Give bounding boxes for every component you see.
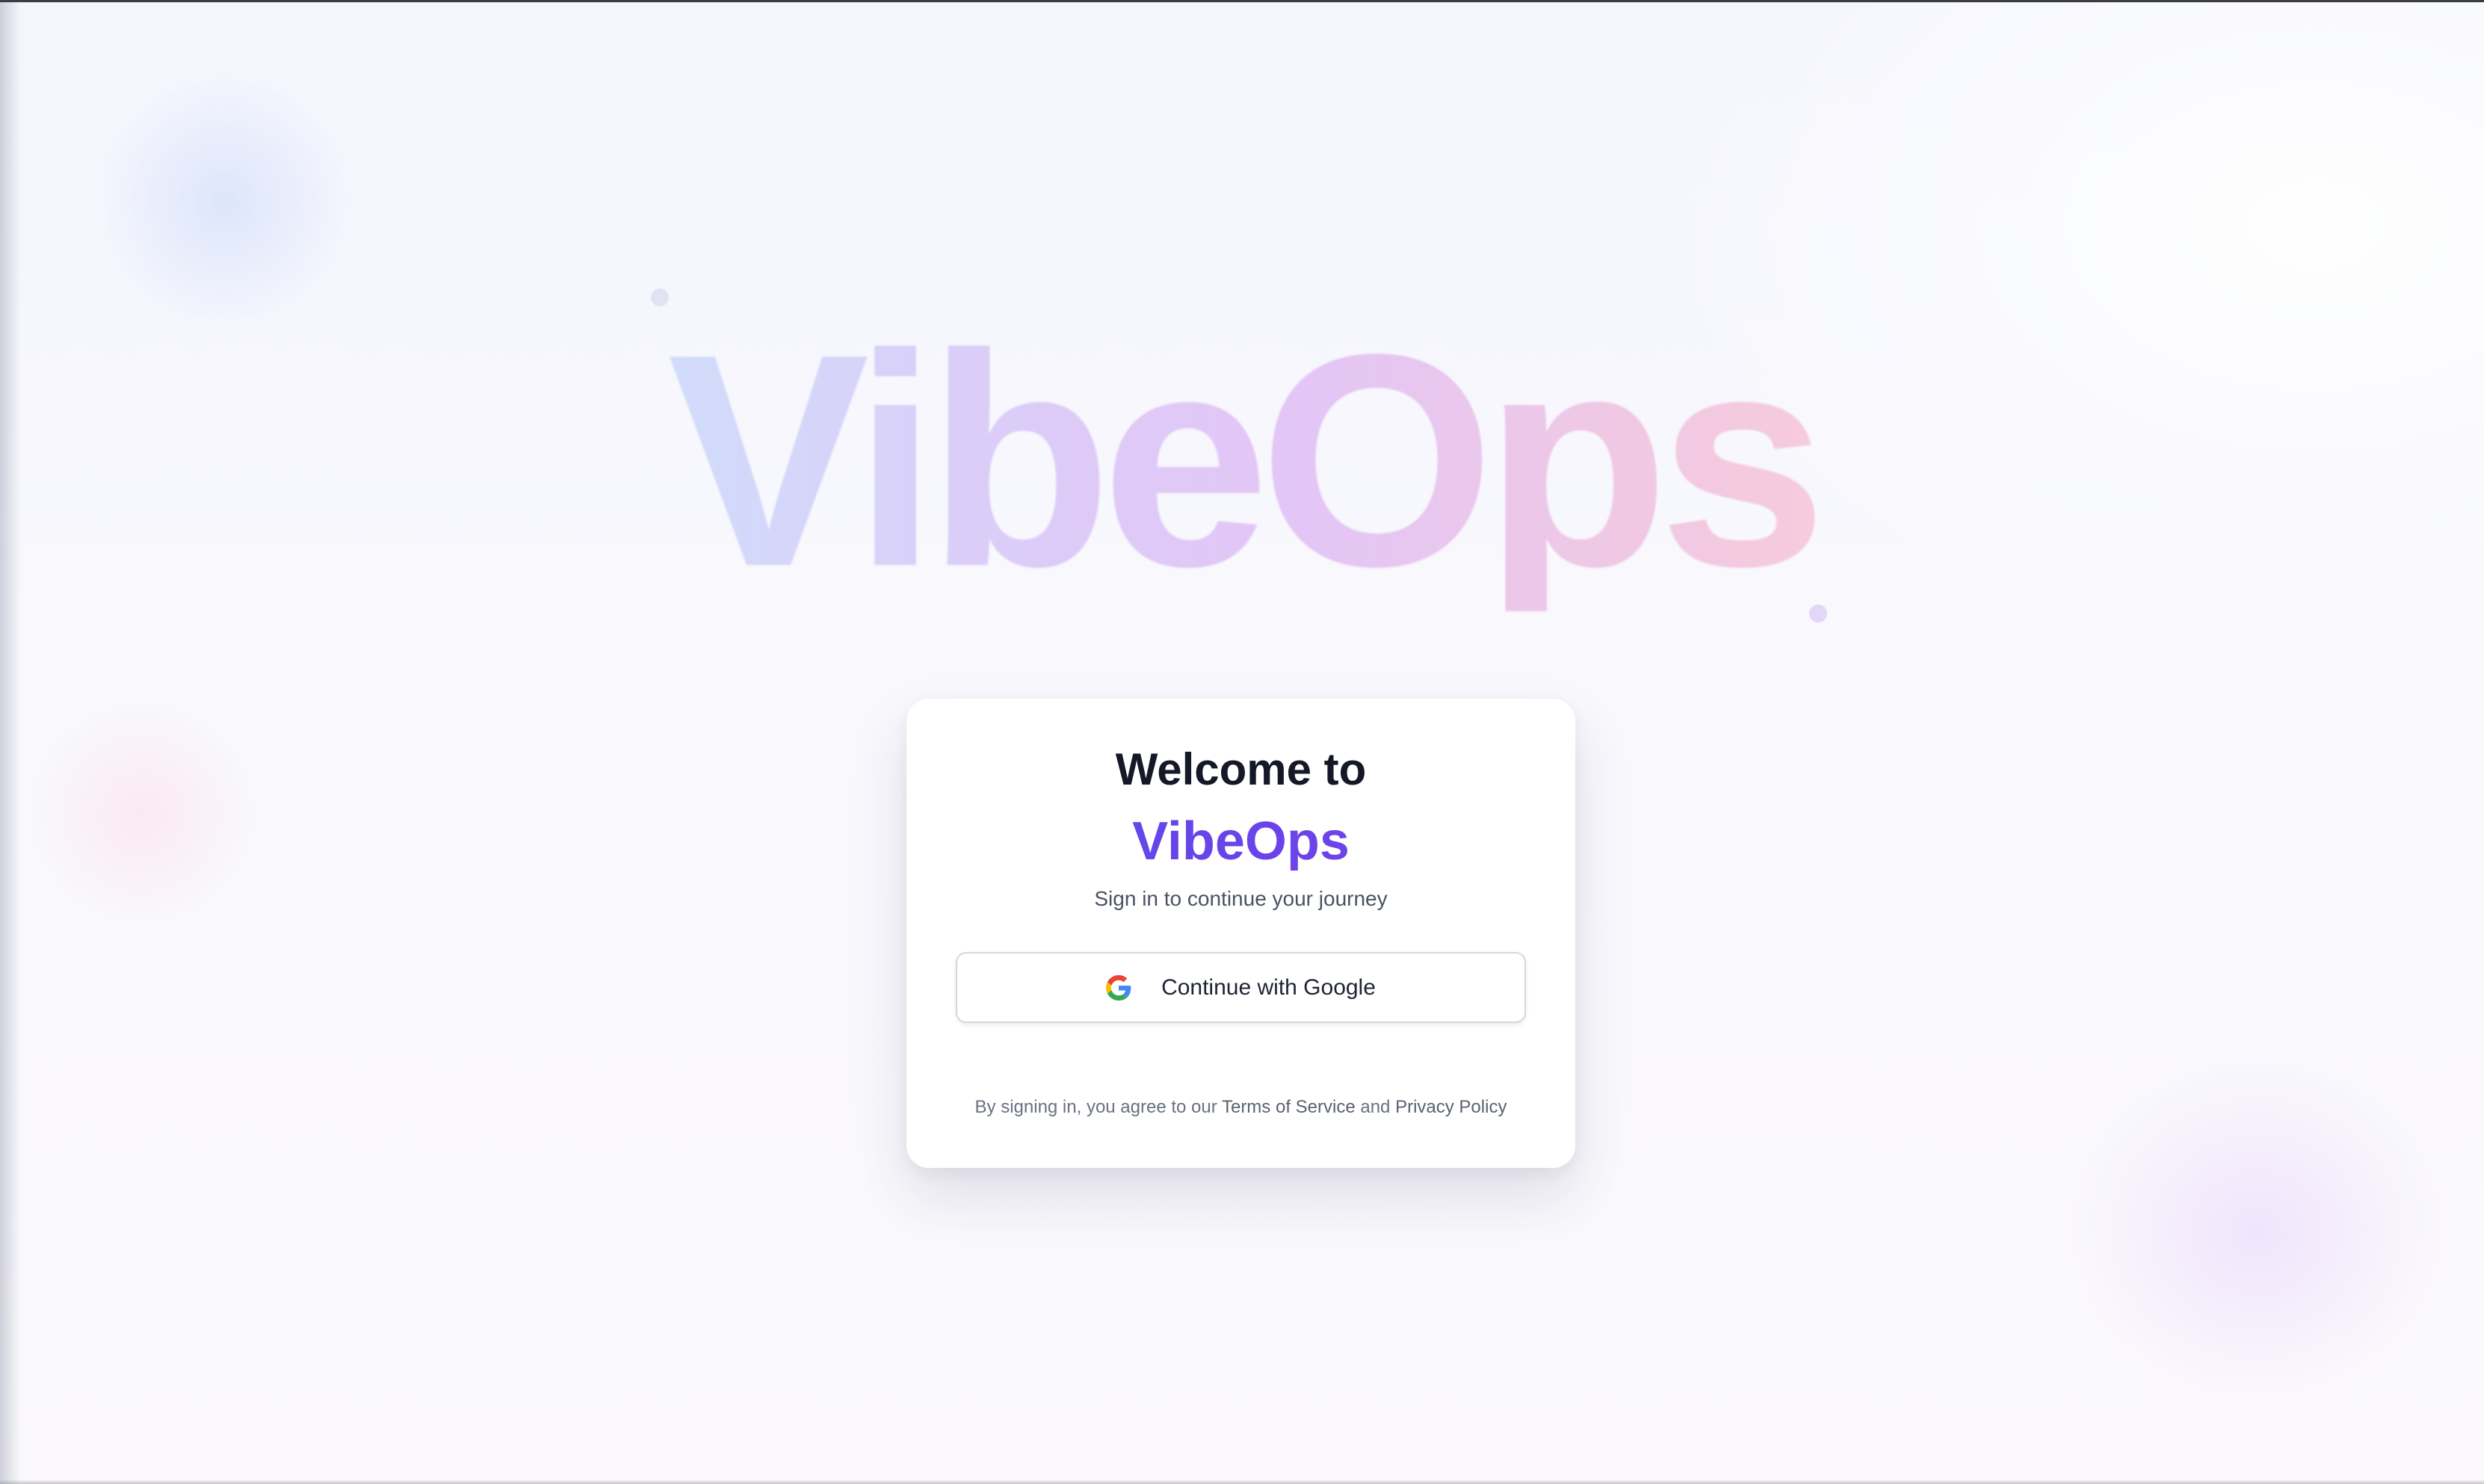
brand-name: VibeOps <box>906 811 1575 871</box>
hero-wordmark: VibeOps <box>667 290 1827 629</box>
sign-in-subtitle: Sign in to continue your journey <box>1094 887 1388 910</box>
welcome-heading: Welcome to <box>1115 744 1367 794</box>
legal-notice: By signing in, you agree to our Terms of… <box>906 1097 1575 1118</box>
google-button-label: Continue with Google <box>1161 974 1376 1000</box>
window-top-border <box>0 0 2484 2</box>
legal-prefix: By signing in, you agree to our <box>974 1097 1222 1117</box>
hero-wordmark-container: VibeOps <box>0 295 2484 624</box>
google-g-icon <box>1106 974 1131 1001</box>
sign-in-card: Welcome to VibeOps Sign in to continue y… <box>906 699 1575 1168</box>
legal-and: and <box>1355 1097 1396 1117</box>
terms-of-service-link[interactable]: Terms of Service <box>1222 1097 1356 1117</box>
window-bottom-border <box>0 1480 2484 1484</box>
continue-with-google-button[interactable]: Continue with Google <box>956 952 1526 1023</box>
privacy-policy-link[interactable]: Privacy Policy <box>1395 1097 1507 1117</box>
window-edge-shadow <box>0 0 21 1484</box>
